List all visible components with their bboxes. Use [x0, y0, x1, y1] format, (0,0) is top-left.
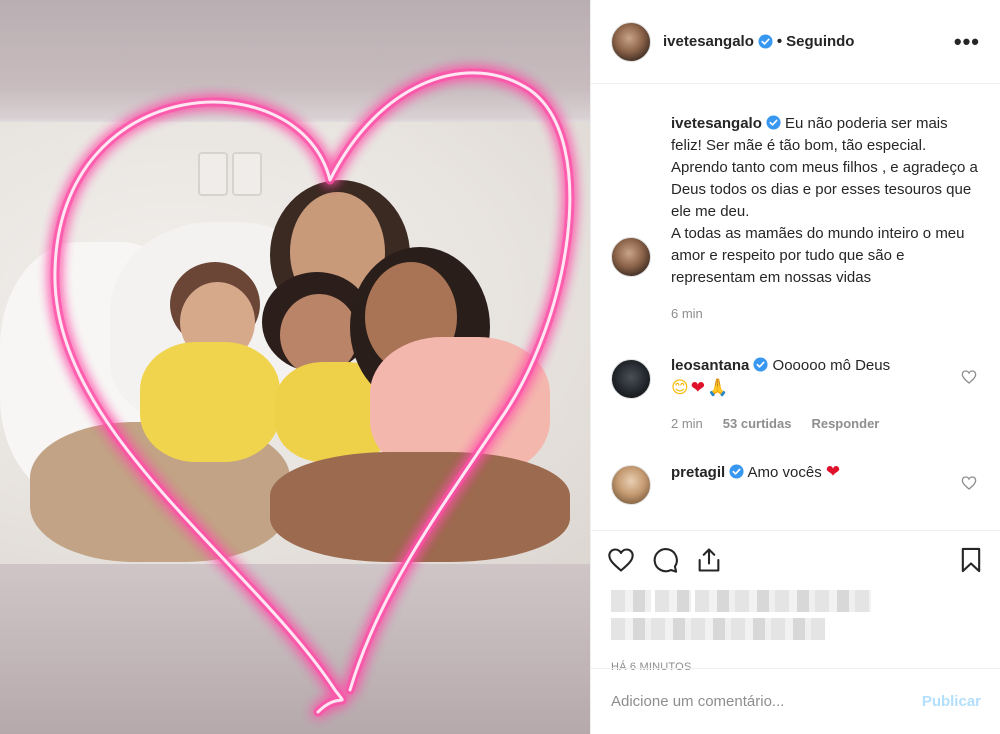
caption-text: Eu não poderia ser mais feliz! Ser mãe é… [671, 115, 978, 286]
comment-item: pretagil Amo vocês ❤ [611, 461, 981, 505]
blur-block [655, 590, 691, 612]
comments-list[interactable]: ivetesangalo Eu não poderia ser mais fel… [591, 85, 1000, 529]
likes-count-blurred [607, 617, 985, 641]
caption-time[interactable]: 6 min [671, 303, 981, 325]
post-actions: HÁ 6 MINUTOS [591, 530, 1000, 673]
following-button[interactable]: Seguindo [786, 33, 854, 50]
header-username[interactable]: ivetesangalo [663, 33, 754, 50]
caption-username[interactable]: ivetesangalo [671, 115, 762, 132]
likes-count-blurred [607, 589, 985, 613]
avatar[interactable] [611, 359, 651, 399]
header-meta: ivetesangalo • Seguindo [663, 33, 854, 50]
comment-username[interactable]: leosantana [671, 357, 749, 374]
comment-body: leosantana Oooooo mô Deus 😊❤🙏 2 min 53 c… [671, 355, 981, 435]
comment-text: Oooooo mô Deus [772, 357, 891, 374]
more-options-icon[interactable]: ••• [954, 30, 980, 53]
avatar[interactable] [611, 465, 651, 505]
separator-dot: • [776, 33, 783, 50]
avatar[interactable] [611, 237, 651, 277]
comment-like-heart-icon[interactable] [961, 369, 977, 385]
comment-username[interactable]: pretagil [671, 464, 725, 481]
avatar[interactable] [611, 21, 651, 62]
post-image[interactable] [0, 0, 590, 734]
comment-bubble-icon[interactable] [651, 546, 679, 574]
reply-button[interactable]: Responder [811, 413, 879, 435]
comment-body: pretagil Amo vocês ❤ [671, 461, 981, 484]
verified-badge-icon [729, 464, 744, 479]
heart-emoji-icon: ❤ [690, 378, 707, 398]
add-comment-bar: Publicar [591, 668, 1000, 734]
share-icon[interactable] [695, 546, 723, 574]
verified-badge-icon [766, 115, 781, 130]
praying-hands-emoji-icon: 🙏 [706, 378, 731, 398]
comment-emojis: 😊❤🙏 [671, 377, 981, 399]
caption: ivetesangalo Eu não poderia ser mais fel… [611, 85, 981, 325]
blur-block [695, 590, 871, 612]
heart-emoji: ❤ [825, 462, 843, 482]
bookmark-icon[interactable] [957, 546, 985, 574]
publish-button[interactable]: Publicar [922, 693, 981, 710]
comment-like-heart-icon[interactable] [961, 475, 977, 491]
comment-meta: 2 min 53 curtidas Responder [671, 413, 981, 435]
like-heart-icon[interactable] [607, 546, 635, 574]
caption-body: ivetesangalo Eu não poderia ser mais fel… [671, 113, 981, 325]
blur-block [611, 618, 825, 640]
post-sidebar: ivetesangalo • Seguindo ••• ivetesangalo… [590, 0, 1000, 734]
heart-emoji-icon: ❤ [826, 462, 842, 482]
comment-likes[interactable]: 53 curtidas [723, 413, 792, 435]
neon-heart-icon [50, 68, 575, 717]
action-bar [607, 531, 985, 589]
post-header: ivetesangalo • Seguindo ••• [591, 0, 1000, 84]
smile-emoji-icon: 😊 [671, 378, 691, 398]
verified-badge-icon [753, 357, 768, 372]
comment-text: Amo vocês [747, 464, 822, 481]
comment-time[interactable]: 2 min [671, 413, 703, 435]
verified-badge-icon [758, 34, 773, 49]
comment-item: leosantana Oooooo mô Deus 😊❤🙏 2 min 53 c… [611, 355, 981, 435]
comment-input[interactable] [611, 693, 922, 710]
blur-block [611, 590, 651, 612]
